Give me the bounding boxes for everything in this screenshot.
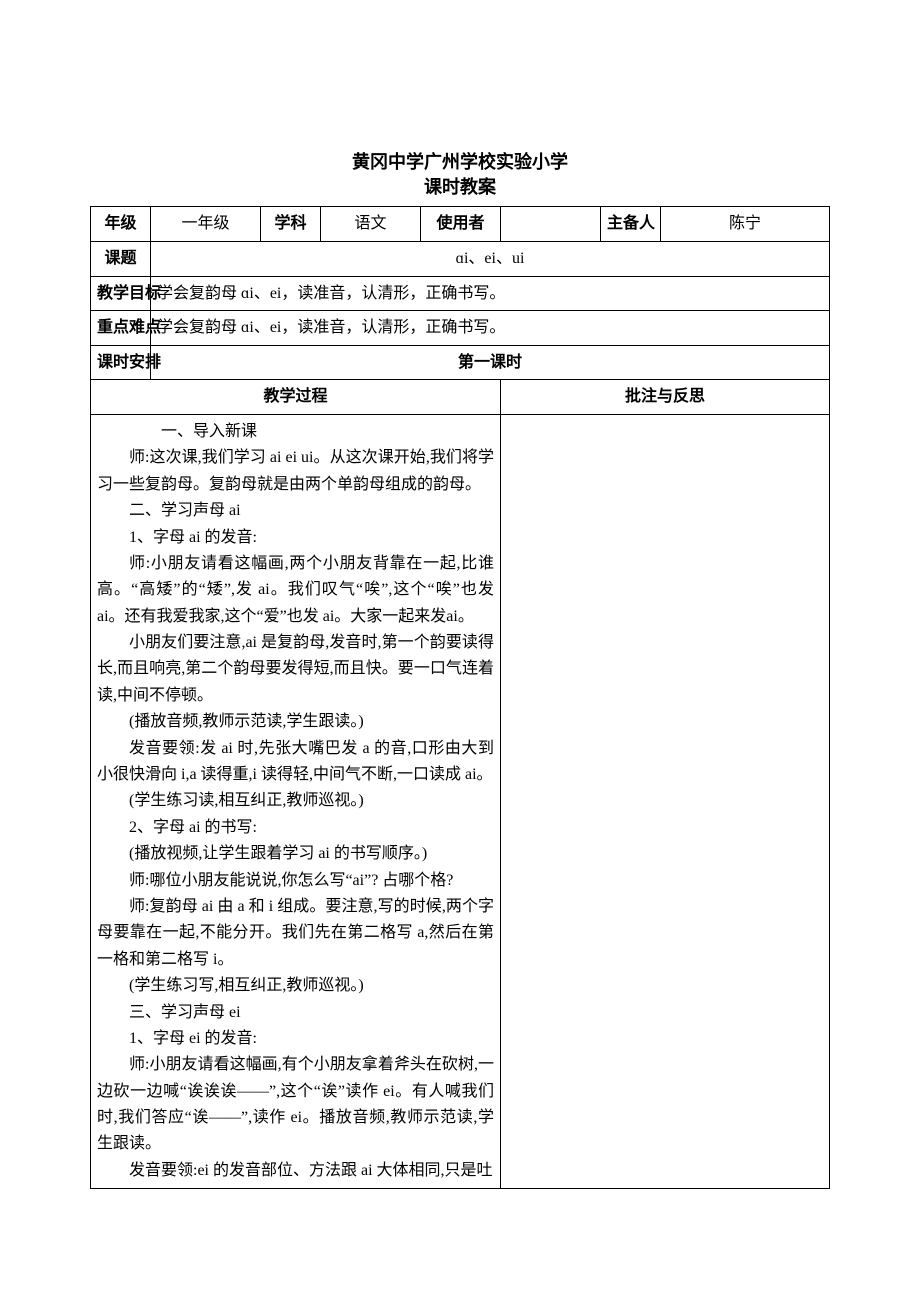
process-line: 师:这次课,我们学习 ai ei ui。从这次课开始,我们将学习一些复韵母。复韵… bbox=[97, 445, 494, 498]
process-line: 小朋友们要注意,ai 是复韵母,发音时,第一个韵要读得长,而且响亮,第二个韵母要… bbox=[97, 630, 494, 709]
subject-label: 学科 bbox=[261, 207, 321, 242]
process-line: 二、学习声母 ai bbox=[97, 498, 494, 524]
schedule-label: 课时安排 bbox=[91, 345, 151, 380]
process-line: 师:小朋友请看这幅画,两个小朋友背靠在一起,比谁高。“高矮”的“矮”,发 ai。… bbox=[97, 551, 494, 630]
process-line: (学生练习读,相互纠正,教师巡视。) bbox=[97, 788, 494, 814]
author-value: 陈宁 bbox=[661, 207, 830, 242]
process-line: (学生练习写,相互纠正,教师巡视。) bbox=[97, 973, 494, 999]
table-row: 教学过程 批注与反思 bbox=[91, 380, 830, 415]
process-line: (播放音频,教师示范读,学生跟读。) bbox=[97, 709, 494, 735]
process-line: 1、字母 ei 的发音: bbox=[97, 1026, 494, 1052]
process-line: 1、字母 ai 的发音: bbox=[97, 525, 494, 551]
process-line: 一、导入新课 bbox=[97, 419, 494, 445]
grade-label: 年级 bbox=[91, 207, 151, 242]
table-row: 教学目标 学会复韵母 ɑi、ei，读准音，认清形，正确书写。 bbox=[91, 276, 830, 311]
process-line: 2、字母 ai 的书写: bbox=[97, 815, 494, 841]
schedule-value: 第一课时 bbox=[151, 345, 830, 380]
table-row: 课题 ɑi、ei、ui bbox=[91, 241, 830, 276]
goals-label: 教学目标 bbox=[91, 276, 151, 311]
keypoints-label: 重点难点 bbox=[91, 311, 151, 346]
table-row: 课时安排 第一课时 bbox=[91, 345, 830, 380]
process-line: (播放视频,让学生跟着学习 ai 的书写顺序。) bbox=[97, 841, 494, 867]
process-line: 师:小朋友请看这幅画,有个小朋友拿着斧头在砍树,一边砍一边喊“诶诶诶——”,这个… bbox=[97, 1052, 494, 1158]
process-line: 三、学习声母 ei bbox=[97, 1000, 494, 1026]
table-row: 一、导入新课 师:这次课,我们学习 ai ei ui。从这次课开始,我们将学习一… bbox=[91, 414, 830, 1188]
doc-type: 课时教案 bbox=[90, 175, 830, 200]
author-label: 主备人 bbox=[601, 207, 661, 242]
grade-value: 一年级 bbox=[151, 207, 261, 242]
subject-value: 语文 bbox=[321, 207, 421, 242]
goals-value: 学会复韵母 ɑi、ei，读准音，认清形，正确书写。 bbox=[151, 276, 830, 311]
topic-label: 课题 bbox=[91, 241, 151, 276]
process-line: 师:哪位小朋友能说说,你怎么写“ai”? 占哪个格? bbox=[97, 868, 494, 894]
notes-content bbox=[501, 414, 830, 1188]
table-row: 重点难点 学会复韵母 ɑi、ei，读准音，认清形，正确书写。 bbox=[91, 311, 830, 346]
process-content: 一、导入新课 师:这次课,我们学习 ai ei ui。从这次课开始,我们将学习一… bbox=[91, 414, 501, 1188]
school-name: 黄冈中学广州学校实验小学 bbox=[90, 150, 830, 175]
notes-header: 批注与反思 bbox=[501, 380, 830, 415]
process-line: 发音要领:发 ai 时,先张大嘴巴发 a 的音,口形由大到小很快滑向 i,a 读… bbox=[97, 736, 494, 789]
process-header: 教学过程 bbox=[91, 380, 501, 415]
doc-title: 黄冈中学广州学校实验小学 课时教案 bbox=[90, 150, 830, 200]
user-value bbox=[501, 207, 601, 242]
process-line: 发音要领:ei 的发音部位、方法跟 ai 大体相同,只是吐 bbox=[97, 1158, 494, 1184]
topic-value: ɑi、ei、ui bbox=[151, 241, 830, 276]
user-label: 使用者 bbox=[421, 207, 501, 242]
table-row: 年级 一年级 学科 语文 使用者 主备人 陈宁 bbox=[91, 207, 830, 242]
lesson-table: 年级 一年级 学科 语文 使用者 主备人 陈宁 课题 ɑi、ei、ui 教学目标… bbox=[90, 206, 830, 1189]
process-line: 师:复韵母 ai 由 a 和 i 组成。要注意,写的时候,两个字母要靠在一起,不… bbox=[97, 894, 494, 973]
keypoints-value: 学会复韵母 ɑi、ei，读准音，认清形，正确书写。 bbox=[151, 311, 830, 346]
